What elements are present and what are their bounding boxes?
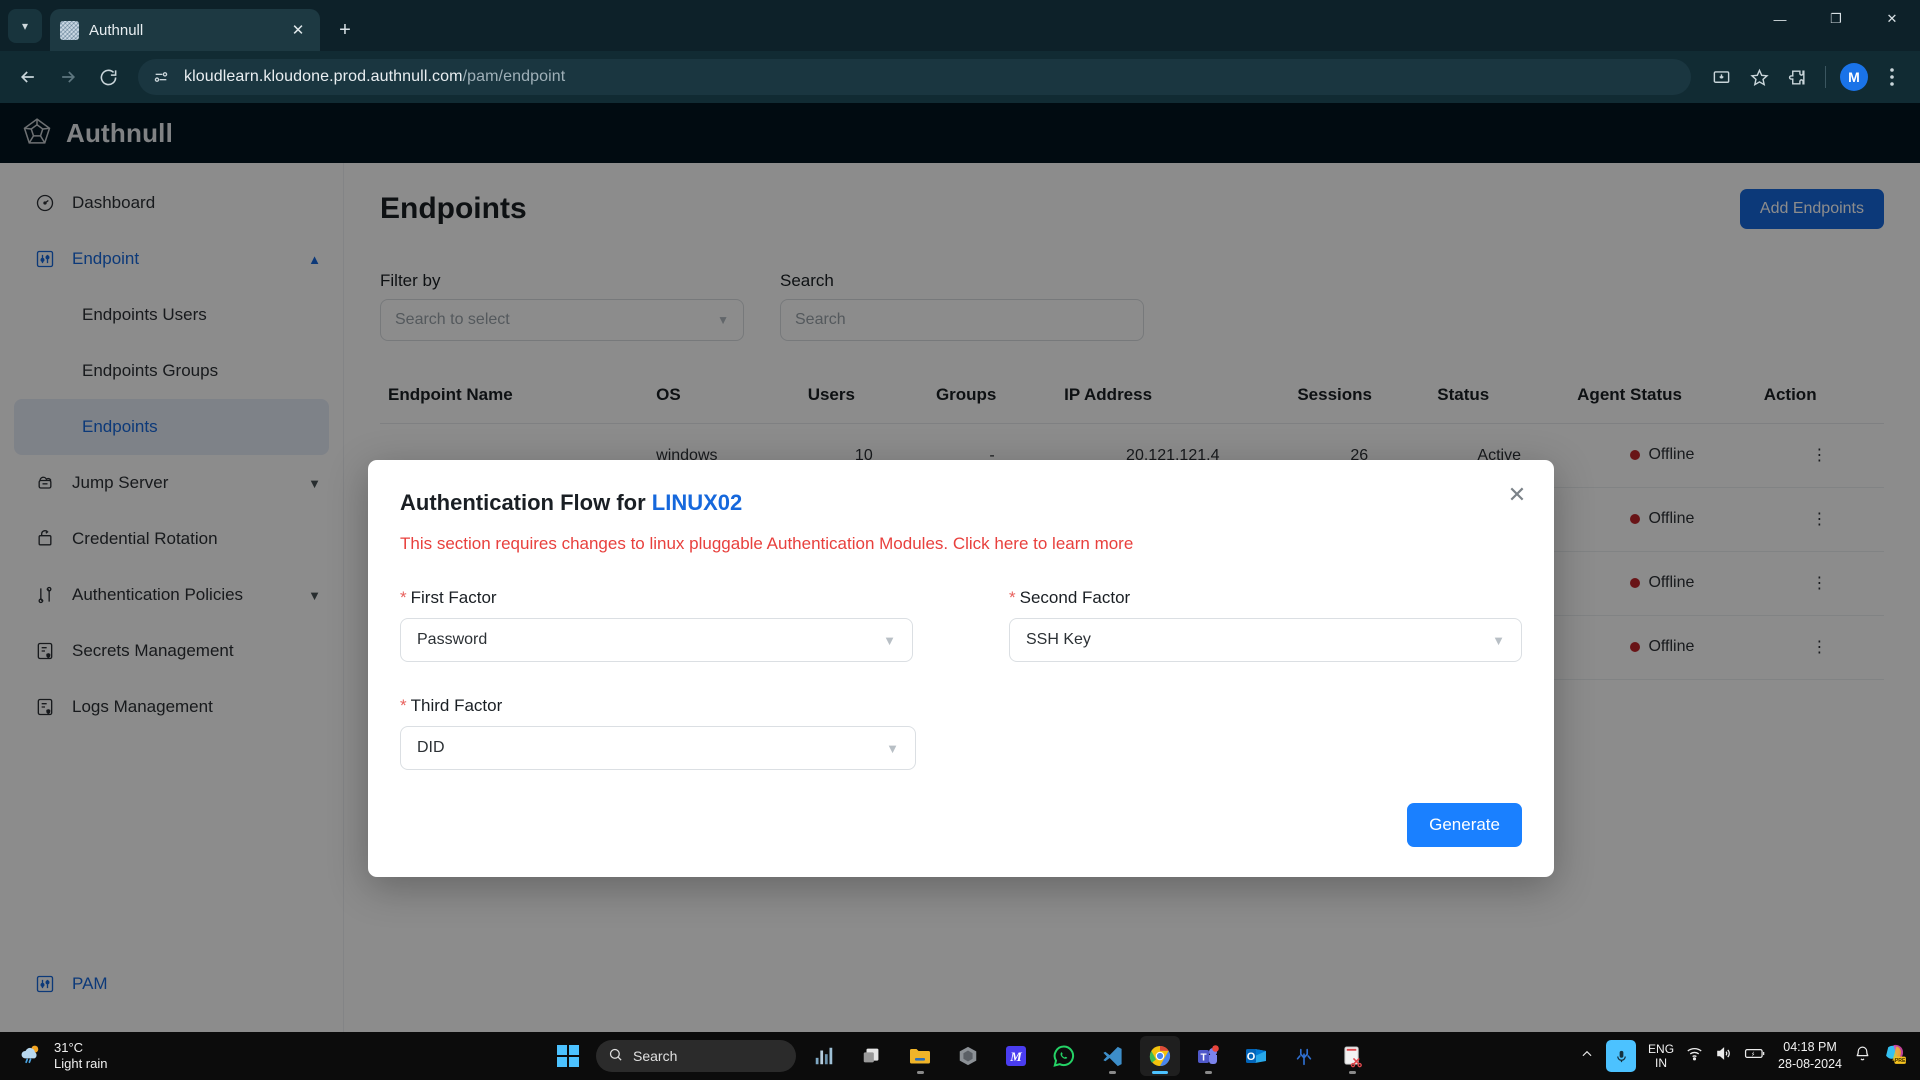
- third-factor-value: DID: [417, 739, 445, 757]
- chevron-down-icon: ▼: [886, 741, 899, 756]
- plus-icon[interactable]: +: [328, 13, 362, 47]
- close-icon[interactable]: ✕: [1502, 480, 1532, 510]
- window-controls: — ❐ ✕: [1752, 0, 1920, 51]
- unity-hub-icon[interactable]: [948, 1036, 988, 1076]
- file-explorer-icon[interactable]: [900, 1036, 940, 1076]
- generate-button[interactable]: Generate: [1407, 803, 1522, 847]
- search-icon: [608, 1047, 623, 1065]
- address-bar[interactable]: kloudlearn.kloudone.prod.authnull.com/pa…: [138, 59, 1691, 95]
- vs-code-icon[interactable]: [1092, 1036, 1132, 1076]
- toolbar-actions: M: [1703, 59, 1910, 95]
- second-factor-field: *Second Factor SSH Key ▼: [1009, 588, 1522, 662]
- kebab-menu-icon[interactable]: [1874, 59, 1910, 95]
- running-indicator: [1109, 1071, 1116, 1074]
- taskbar-search-placeholder: Search: [633, 1048, 677, 1064]
- snipping-tool-icon[interactable]: [1332, 1036, 1372, 1076]
- required-asterisk: *: [1009, 588, 1016, 607]
- browser-tab[interactable]: Authnull ✕: [50, 9, 320, 51]
- ms-teams-icon[interactable]: T: [1188, 1036, 1228, 1076]
- required-asterisk: *: [400, 696, 407, 715]
- star-icon[interactable]: [1741, 59, 1777, 95]
- browser-toolbar: kloudlearn.kloudone.prod.authnull.com/pa…: [0, 51, 1920, 103]
- whatsapp-icon[interactable]: [1044, 1036, 1084, 1076]
- profile-initial: M: [1840, 63, 1868, 91]
- dialog-title-target: LINUX02: [652, 490, 742, 515]
- third-factor-field: *Third Factor DID ▼: [400, 696, 916, 770]
- taskbar-center: Search M: [0, 1036, 1920, 1076]
- svg-text:T: T: [1200, 1053, 1206, 1064]
- chevron-down-icon: ▼: [883, 633, 896, 648]
- dialog-footer: Generate: [1407, 803, 1522, 847]
- authentication-flow-dialog: ✕ Authentication Flow for LINUX02 This s…: [368, 460, 1554, 877]
- svg-text:O: O: [1247, 1051, 1256, 1063]
- running-indicator: [1205, 1071, 1212, 1074]
- maximize-button[interactable]: ❐: [1808, 0, 1864, 38]
- second-factor-label: *Second Factor: [1009, 588, 1522, 608]
- running-indicator: [1349, 1071, 1356, 1074]
- factor-row-1: *First Factor Password ▼ *Second Factor …: [400, 588, 1522, 662]
- dialog-title-prefix: Authentication Flow for: [400, 490, 652, 515]
- dialog-title: Authentication Flow for LINUX02: [400, 490, 1522, 516]
- extensions-puzzle-icon[interactable]: [1779, 59, 1815, 95]
- tab-title: Authnull: [89, 22, 276, 39]
- arrow-right-icon[interactable]: [50, 59, 86, 95]
- outlook-icon[interactable]: O: [1236, 1036, 1276, 1076]
- third-factor-select[interactable]: DID ▼: [400, 726, 916, 770]
- tab-strip: ▾ Authnull ✕ + — ❐ ✕: [0, 0, 1920, 51]
- task-view-icon[interactable]: [852, 1036, 892, 1076]
- running-indicator: [1152, 1071, 1168, 1074]
- tab-list-button[interactable]: ▾: [0, 0, 50, 51]
- close-window-button[interactable]: ✕: [1864, 0, 1920, 38]
- url-host: kloudlearn.kloudone.prod.authnull.com: [184, 68, 463, 85]
- avatar[interactable]: M: [1836, 59, 1872, 95]
- reload-icon[interactable]: [90, 59, 126, 95]
- svg-text:M: M: [1009, 1049, 1022, 1064]
- first-factor-value: Password: [417, 631, 487, 649]
- second-factor-select[interactable]: SSH Key ▼: [1009, 618, 1522, 662]
- factor-row-2: *Third Factor DID ▼: [400, 696, 1522, 770]
- running-indicator: [917, 1071, 924, 1074]
- toolbar-divider: [1825, 66, 1826, 88]
- required-asterisk: *: [400, 588, 407, 607]
- chevron-down-icon: ▼: [1492, 633, 1505, 648]
- close-icon[interactable]: ✕: [286, 18, 310, 42]
- url-path: /pam/endpoint: [463, 68, 566, 85]
- first-factor-label: *First Factor: [400, 588, 913, 608]
- first-factor-select[interactable]: Password ▼: [400, 618, 913, 662]
- coral-icon[interactable]: [1284, 1036, 1324, 1076]
- site-favicon-icon: [60, 21, 79, 40]
- minimize-button[interactable]: —: [1752, 0, 1808, 38]
- arrow-left-icon[interactable]: [10, 59, 46, 95]
- second-factor-value: SSH Key: [1026, 631, 1091, 649]
- address-bar-text: kloudlearn.kloudone.prod.authnull.com/pa…: [184, 68, 565, 86]
- taskbar-search[interactable]: Search: [596, 1040, 796, 1072]
- first-factor-field: *First Factor Password ▼: [400, 588, 913, 662]
- windows-start-icon[interactable]: [548, 1036, 588, 1076]
- windows-taskbar: 31°C Light rain Search: [0, 1032, 1920, 1080]
- ai-app-icon[interactable]: M: [996, 1036, 1036, 1076]
- chrome-icon[interactable]: [1140, 1036, 1180, 1076]
- widgets-icon[interactable]: [804, 1036, 844, 1076]
- third-factor-label: *Third Factor: [400, 696, 916, 716]
- site-settings-icon[interactable]: [148, 64, 174, 90]
- web-page: Authnull Dashboard Endpoint ▲: [0, 103, 1920, 1032]
- dialog-warning-text[interactable]: This section requires changes to linux p…: [400, 534, 1522, 554]
- browser-window: ▾ Authnull ✕ + — ❐ ✕: [0, 0, 1920, 1080]
- install-app-icon[interactable]: [1703, 59, 1739, 95]
- chevron-down-icon[interactable]: ▾: [8, 9, 42, 43]
